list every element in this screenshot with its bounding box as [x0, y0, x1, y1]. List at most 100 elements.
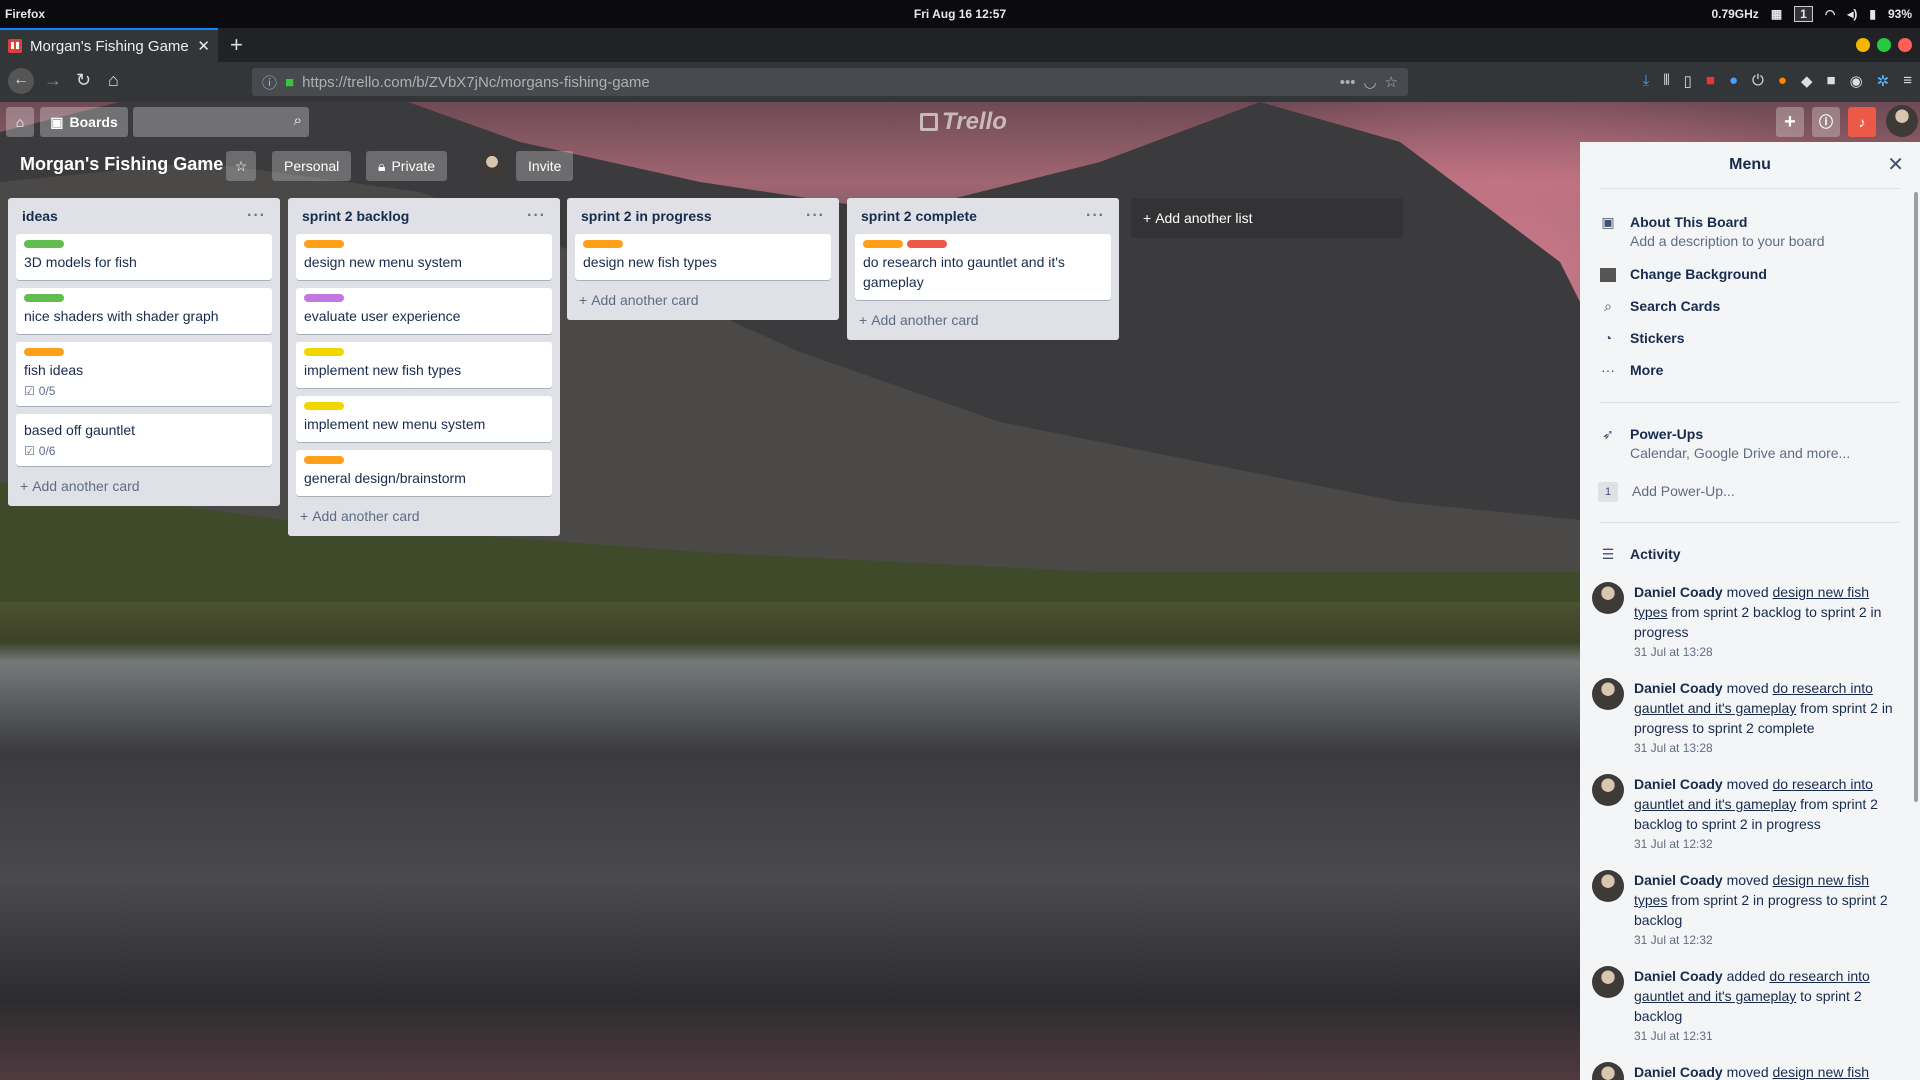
list-header[interactable]: ideas ···: [16, 204, 272, 228]
card-label-orange[interactable]: [24, 348, 64, 356]
list-menu-icon[interactable]: ···: [247, 207, 266, 225]
activity-avatar[interactable]: [1592, 774, 1624, 806]
extension-5-icon[interactable]: ■: [1827, 72, 1836, 90]
list-title[interactable]: ideas: [22, 208, 58, 224]
add-list-button[interactable]: + Add another list: [1131, 198, 1403, 238]
card-label-orange[interactable]: [863, 240, 903, 248]
list-header[interactable]: sprint 2 complete ···: [855, 204, 1111, 228]
hamburger-menu-icon[interactable]: ≡: [1903, 72, 1912, 90]
activity-avatar[interactable]: [1592, 966, 1624, 998]
card[interactable]: implement new menu system: [296, 396, 552, 442]
activity-time[interactable]: 31 Jul at 12:32: [1634, 836, 1902, 852]
change-background-item[interactable]: Change Background: [1600, 266, 1900, 282]
info-icon[interactable]: ⓘ: [262, 72, 277, 93]
notifications-button[interactable]: ♪: [1848, 107, 1876, 137]
card[interactable]: do research into gauntlet and it's gamep…: [855, 234, 1111, 300]
list-menu-icon[interactable]: ···: [527, 207, 546, 225]
list-title[interactable]: sprint 2 in progress: [581, 208, 712, 224]
card[interactable]: implement new fish types: [296, 342, 552, 388]
card[interactable]: general design/brainstorm: [296, 450, 552, 496]
activity-time[interactable]: 31 Jul at 13:28: [1634, 740, 1902, 756]
add-card-button[interactable]: + Add another card: [575, 288, 831, 312]
list-title[interactable]: sprint 2 backlog: [302, 208, 409, 224]
card[interactable]: design new menu system: [296, 234, 552, 280]
url-text[interactable]: https://trello.com/b/ZVbX7jNc/morgans-fi…: [302, 74, 1332, 91]
extension-1-icon[interactable]: ■: [1706, 72, 1715, 90]
activity-time[interactable]: 31 Jul at 13:28: [1634, 644, 1902, 660]
list-header[interactable]: sprint 2 in progress ···: [575, 204, 831, 228]
workspace-indicator[interactable]: 1: [1794, 6, 1813, 22]
add-power-up-item[interactable]: 1 Add Power-Up...: [1598, 482, 1900, 502]
card[interactable]: fish ideas ☑ 0/5: [16, 342, 272, 406]
card-label-green[interactable]: [24, 294, 64, 302]
extension-7-icon[interactable]: ✲: [1877, 72, 1890, 90]
card-label-green[interactable]: [24, 240, 64, 248]
close-tab-icon[interactable]: ✕: [197, 37, 210, 55]
page-actions-icon[interactable]: •••: [1340, 74, 1356, 91]
url-bar[interactable]: ⓘ ■ https://trello.com/b/ZVbX7jNc/morgan…: [252, 68, 1408, 96]
card[interactable]: based off gauntlet ☑ 0/6: [16, 414, 272, 466]
activity-user[interactable]: Daniel Coady: [1634, 968, 1723, 984]
card[interactable]: evaluate user experience: [296, 288, 552, 334]
power-ups-item[interactable]: ➶ Power-Ups Calendar, Google Drive and mo…: [1600, 426, 1900, 461]
activity-user[interactable]: Daniel Coady: [1634, 584, 1723, 600]
team-button[interactable]: Personal: [272, 151, 352, 181]
card-label-red[interactable]: [907, 240, 947, 248]
close-menu-icon[interactable]: ✕: [1887, 152, 1904, 177]
stickers-item[interactable]: ◔ Stickers: [1600, 330, 1900, 346]
star-board-button[interactable]: ☆: [226, 151, 256, 181]
activity-avatar[interactable]: [1592, 1062, 1624, 1080]
boards-button[interactable]: ▣ Boards: [40, 107, 128, 137]
activity-user[interactable]: Daniel Coady: [1634, 872, 1723, 888]
list-header[interactable]: sprint 2 backlog ···: [296, 204, 552, 228]
user-avatar[interactable]: [1886, 105, 1918, 137]
visibility-button[interactable]: 🔒︎ Private: [366, 151, 448, 181]
pocket-icon[interactable]: ◡: [1363, 73, 1376, 91]
card[interactable]: design new fish types: [575, 234, 831, 280]
activity-avatar[interactable]: [1592, 582, 1624, 614]
list-menu-icon[interactable]: ···: [1086, 207, 1105, 225]
activity-user[interactable]: Daniel Coady: [1634, 776, 1723, 792]
card-label-yellow[interactable]: [304, 402, 344, 410]
home-board-button[interactable]: ⌂: [6, 107, 34, 137]
more-item[interactable]: ··· More: [1600, 362, 1900, 378]
add-card-button[interactable]: + Add another card: [16, 474, 272, 498]
back-button[interactable]: ←: [8, 68, 34, 94]
maximize-button[interactable]: [1877, 38, 1891, 52]
card-label-orange[interactable]: [304, 456, 344, 464]
downloads-icon[interactable]: ⤓: [1643, 72, 1650, 90]
library-icon[interactable]: ⫴: [1663, 72, 1669, 90]
card[interactable]: nice shaders with shader graph: [16, 288, 272, 334]
close-window-button[interactable]: [1898, 38, 1912, 52]
minimize-button[interactable]: [1856, 38, 1870, 52]
power-icon[interactable]: ⏻: [1752, 72, 1764, 90]
card-label-purple[interactable]: [304, 294, 344, 302]
add-card-button[interactable]: + Add another card: [296, 504, 552, 528]
board-title[interactable]: Morgan's Fishing Game: [20, 154, 223, 175]
extension-3-icon[interactable]: ●: [1778, 72, 1787, 90]
card[interactable]: 3D models for fish: [16, 234, 272, 280]
activity-time[interactable]: 31 Jul at 12:32: [1634, 932, 1902, 948]
activity-user[interactable]: Daniel Coady: [1634, 680, 1723, 696]
create-button[interactable]: +: [1776, 107, 1804, 137]
list-title[interactable]: sprint 2 complete: [861, 208, 977, 224]
browser-tab[interactable]: Morgan's Fishing Game ✕: [0, 28, 218, 62]
trello-logo[interactable]: Trello: [920, 108, 1007, 136]
reload-button[interactable]: ↻: [76, 70, 91, 91]
new-tab-button[interactable]: +: [230, 32, 243, 58]
list-menu-icon[interactable]: ···: [806, 207, 825, 225]
invite-button[interactable]: Invite: [516, 151, 574, 181]
bookmark-star-icon[interactable]: ☆: [1385, 73, 1398, 91]
card-label-orange[interactable]: [304, 240, 344, 248]
info-button[interactable]: ⓘ: [1812, 107, 1840, 137]
home-button[interactable]: ⌂: [108, 70, 119, 91]
search-cards-item[interactable]: ⌕ Search Cards: [1600, 298, 1900, 315]
extension-2-icon[interactable]: ●: [1729, 72, 1738, 90]
add-card-button[interactable]: + Add another card: [855, 308, 1111, 332]
card-label-yellow[interactable]: [304, 348, 344, 356]
member-avatar[interactable]: [478, 152, 506, 180]
forward-button[interactable]: →: [44, 70, 62, 91]
sidebar-icon[interactable]: ▯: [1684, 72, 1692, 90]
activity-avatar[interactable]: [1592, 870, 1624, 902]
about-board-item[interactable]: ▣ About This Board Add a description to y…: [1600, 214, 1900, 249]
